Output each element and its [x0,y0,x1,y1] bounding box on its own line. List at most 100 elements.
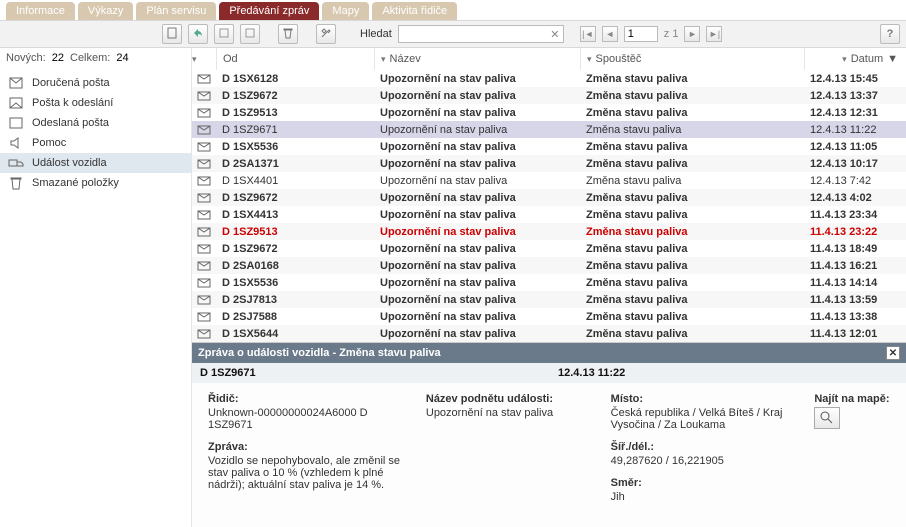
close-detail-button[interactable]: ✕ [886,346,900,360]
total-count-value: 24 [116,52,128,70]
cell-od: D 1SZ9671 [216,124,374,136]
col-nazev[interactable]: ▾Název [374,48,580,70]
message-icon [192,193,216,203]
sidebar-item-sent[interactable]: Odeslaná pošta [0,113,191,133]
col-spoustec[interactable]: ▾Spouštěč [580,48,804,70]
col-od[interactable]: Od [216,48,374,70]
sidebar-item-inbox[interactable]: Doručená pošta [0,73,191,93]
settings-button[interactable] [316,24,336,44]
document-icon [166,27,178,42]
tab-vykazy[interactable]: Výkazy [78,2,133,20]
page-input[interactable] [624,26,658,42]
table-row[interactable]: D 1SX4401Upozornění na stav palivaZměna … [192,172,906,189]
cell-od: D 1SX5536 [216,141,374,153]
tab-informace[interactable]: Informace [6,2,75,20]
tab-mapy[interactable]: Mapy [322,2,369,20]
sidebar-item-outbox[interactable]: Pošta k odeslání [0,93,191,113]
cell-spoustec: Změna stavu paliva [580,175,804,187]
cell-spoustec: Změna stavu paliva [580,294,804,306]
cell-datum: 12.4.13 15:45 [804,73,904,85]
message-icon [192,312,216,322]
new-count-label: Nových: [6,52,46,70]
cell-nazev: Upozornění na stav paliva [374,294,580,306]
table-row[interactable]: D 1SZ9672Upozornění na stav palivaZměna … [192,87,906,104]
archive-icon [244,27,256,42]
table-row[interactable]: D 2SJ7588Upozornění na stav palivaZměna … [192,308,906,325]
last-page-button[interactable]: ►| [706,26,722,42]
sidebar-item-trash[interactable]: Smazané položky [0,173,191,193]
message-icon [192,159,216,169]
clear-search-icon[interactable]: ✕ [548,27,562,41]
toolbar: Hledat ✕ |◄ ◄ z 1 ► ►| ? [0,20,906,48]
cell-nazev: Upozornění na stav paliva [374,226,580,238]
cell-datum: 12.4.13 12:31 [804,107,904,119]
cell-od: D 1SX5644 [216,328,374,340]
place-value: Česká republika / Velká Bíteš / Kraj Vys… [611,407,791,431]
map-search-icon [819,410,835,427]
col-datum[interactable]: ▾Datum▼ [804,48,904,70]
new-message-button[interactable] [162,24,182,44]
find-on-map-button[interactable] [814,407,840,429]
cell-spoustec: Změna stavu paliva [580,226,804,238]
cell-nazev: Upozornění na stav paliva [374,175,580,187]
coord-value: 49,287620 / 16,221905 [611,455,791,467]
search-input[interactable] [398,25,564,43]
cell-nazev: Upozornění na stav paliva [374,277,580,289]
table-row[interactable]: D 1SX5536Upozornění na stav palivaZměna … [192,274,906,291]
col-icon[interactable]: ▾ [192,48,216,70]
prev-page-button[interactable]: ◄ [602,26,618,42]
cell-od: D 1SZ9672 [216,243,374,255]
message-icon [192,74,216,84]
delete-button[interactable] [278,24,298,44]
table-row[interactable]: D 1SZ9513Upozornění na stav palivaZměna … [192,223,906,240]
cell-datum: 11.4.13 13:38 [804,311,904,323]
cell-spoustec: Změna stavu paliva [580,107,804,119]
sidebar-item-help[interactable]: Pomoc [0,133,191,153]
cell-nazev: Upozornění na stav paliva [374,73,580,85]
table-row[interactable]: D 1SX5644Upozornění na stav palivaZměna … [192,325,906,342]
cell-od: D 1SX4401 [216,175,374,187]
message-icon [192,91,216,101]
detail-title-bar: Zpráva o události vozidla - Změna stavu … [192,343,906,363]
driver-value: Unknown-00000000024A6000 D 1SZ9671 [208,407,402,431]
table-row[interactable]: D 1SX4413Upozornění na stav palivaZměna … [192,206,906,223]
table-row[interactable]: D 2SA1371Upozornění na stav palivaZměna … [192,155,906,172]
cell-datum: 12.4.13 11:22 [804,124,904,136]
help-button[interactable]: ? [880,24,900,44]
reply-button[interactable] [188,24,208,44]
trash-icon [8,176,24,190]
cell-od: D 1SZ9672 [216,192,374,204]
table-row[interactable]: D 1SZ9671Upozornění na stav palivaZměna … [192,121,906,138]
first-page-button[interactable]: |◄ [580,26,596,42]
message-icon [192,261,216,271]
page-of: z 1 [664,28,679,40]
trash-icon [282,27,294,42]
reply-icon [192,27,204,42]
trigger-name-label: Název podnětu události: [426,393,587,405]
tab-plan-servisu[interactable]: Plán servisu [136,2,216,20]
direction-label: Směr: [611,477,791,489]
sidebar-item-label: Událost vozidla [32,157,107,169]
archive-button[interactable] [240,24,260,44]
table-row[interactable]: D 1SZ9672Upozornění na stav palivaZměna … [192,189,906,206]
chevron-down-icon: ▾ [587,54,592,65]
table-row[interactable]: D 1SX6128Upozornění na stav palivaZměna … [192,70,906,87]
next-page-button[interactable]: ► [684,26,700,42]
counts: Nových: 22 Celkem: 24 [0,48,192,70]
tab-aktivita-ridice[interactable]: Aktivita řidiče [372,2,457,20]
table-row[interactable]: D 2SA0168Upozornění na stav palivaZměna … [192,257,906,274]
table-row[interactable]: D 2SJ7813Upozornění na stav palivaZměna … [192,291,906,308]
cell-spoustec: Změna stavu paliva [580,90,804,102]
col-nazev-label: Název [390,53,421,65]
tab-predavani-zprav[interactable]: Předávání zpráv [219,2,319,20]
sidebar-item-vehicle-event[interactable]: Událost vozidla [0,153,191,173]
forward-button[interactable] [214,24,234,44]
message-icon [192,278,216,288]
table-row[interactable]: D 1SZ9672Upozornění na stav palivaZměna … [192,240,906,257]
cell-spoustec: Změna stavu paliva [580,277,804,289]
help-icon: ? [887,28,894,40]
tools-icon [320,27,332,42]
table-row[interactable]: D 1SX5536Upozornění na stav palivaZměna … [192,138,906,155]
table-row[interactable]: D 1SZ9513Upozornění na stav palivaZměna … [192,104,906,121]
message-icon [192,125,216,135]
